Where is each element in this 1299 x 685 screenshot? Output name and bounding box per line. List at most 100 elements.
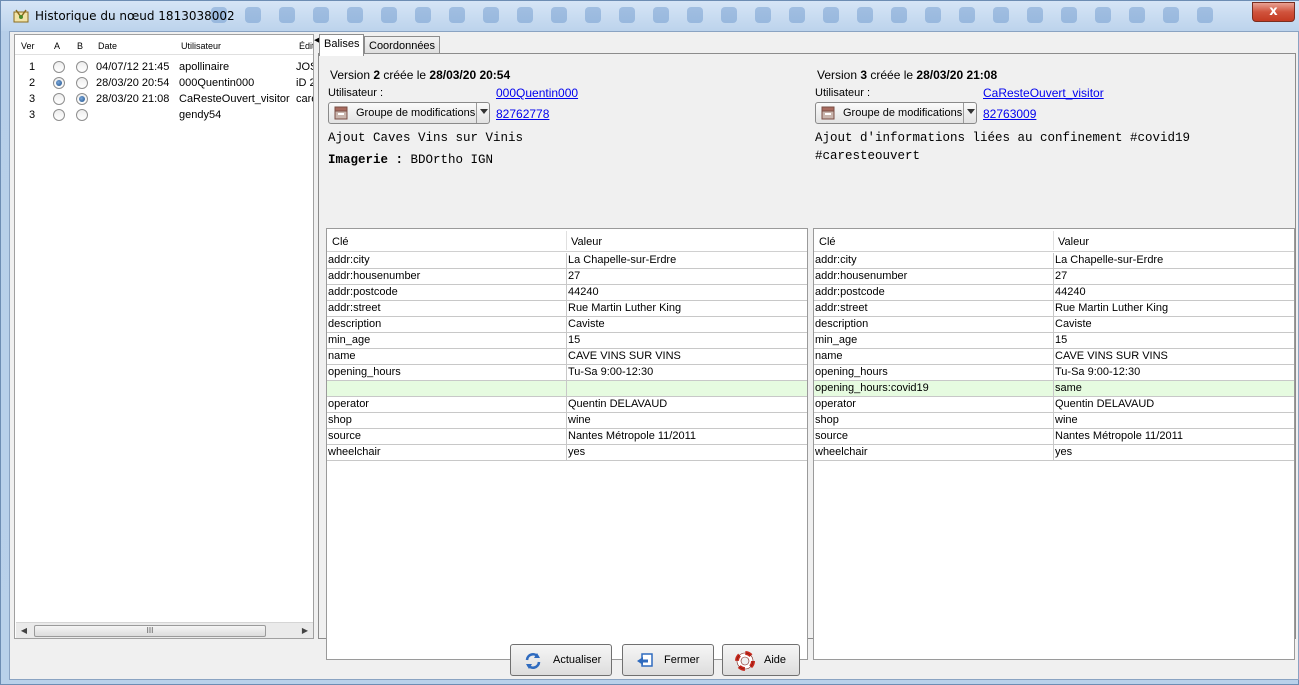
history-version: 2 xyxy=(29,77,36,89)
tag-row[interactable]: source Nantes Métropole 11/2011 xyxy=(327,429,807,445)
version-a-tag-table[interactable]: Clé Valeur addr:city La Chapelle-sur-Erdr… xyxy=(326,228,808,660)
version-b-tag-table[interactable]: Clé Valeur addr:city La Chapelle-sur-Erdr… xyxy=(813,228,1295,660)
tag-row[interactable]: name CAVE VINS SUR VINS xyxy=(814,349,1294,365)
version-a-changeset-button[interactable]: Groupe de modifications xyxy=(328,102,490,124)
tag-key: wheelchair xyxy=(815,446,868,458)
tag-row[interactable]: wheelchair yes xyxy=(327,445,807,461)
window-frame: Historique du nœud 1813038002 x Ver A B … xyxy=(0,0,1299,685)
history-row[interactable]: 3 28/03/20 21:08 CaResteOuvert_visitor care xyxy=(15,91,313,107)
tag-row[interactable]: description Caviste xyxy=(327,317,807,333)
tag-row[interactable]: shop wine xyxy=(814,413,1294,429)
history-user: 000Quentin000 xyxy=(179,77,255,89)
tag-row[interactable]: addr:postcode 44240 xyxy=(327,285,807,301)
tag-row[interactable]: addr:city La Chapelle-sur-Erdre xyxy=(814,253,1294,269)
tag-row[interactable]: addr:street Rue Martin Luther King xyxy=(814,301,1294,317)
changeset-icon xyxy=(821,106,835,120)
tag-key: addr:street xyxy=(815,302,868,314)
version-a-title: Version 2 créée le 28/03/20 20:54 xyxy=(330,68,511,82)
column-header-b[interactable]: B xyxy=(77,41,83,51)
dropdown-arrow-icon[interactable] xyxy=(480,109,488,114)
window-close-button[interactable]: x xyxy=(1252,2,1295,22)
tab-balises[interactable]: Balises xyxy=(319,34,365,56)
tag-value: Caviste xyxy=(568,318,605,330)
version-a-imagery: Imagerie : BDOrtho IGN xyxy=(328,153,494,167)
tag-row[interactable]: name CAVE VINS SUR VINS xyxy=(327,349,807,365)
version-b-changeset-button[interactable]: Groupe de modifications xyxy=(815,102,977,124)
dropdown-arrow-icon[interactable] xyxy=(967,109,975,114)
select-a-radio[interactable] xyxy=(53,77,65,89)
tag-value: Tu-Sa 9:00-12:30 xyxy=(1055,366,1141,378)
tag-value: Quentin DELAVAUD xyxy=(1055,398,1155,410)
josm-app-icon xyxy=(13,9,29,23)
tag-row[interactable]: operator Quentin DELAVAUD xyxy=(814,397,1294,413)
select-b-radio[interactable] xyxy=(76,93,88,105)
tag-row[interactable]: addr:city La Chapelle-sur-Erdre xyxy=(327,253,807,269)
select-b-radio[interactable] xyxy=(76,77,88,89)
tag-row[interactable]: wheelchair yes xyxy=(814,445,1294,461)
help-button[interactable]: Aide xyxy=(722,644,800,676)
select-a-radio[interactable] xyxy=(53,109,65,121)
title-bar[interactable]: Historique du nœud 1813038002 x xyxy=(1,1,1299,31)
history-table[interactable]: Ver A B Date Utilisateur Édit 1 04/07/12 … xyxy=(14,34,314,639)
tag-key: description xyxy=(815,318,869,330)
tag-row[interactable]: addr:housenumber 27 xyxy=(327,269,807,285)
tag-row[interactable]: addr:postcode 44240 xyxy=(814,285,1294,301)
tag-row[interactable]: opening_hours Tu-Sa 9:00-12:30 xyxy=(327,365,807,381)
tag-key: min_age xyxy=(328,334,371,346)
tag-row[interactable]: opening_hours:covid19 same xyxy=(814,381,1294,397)
history-row[interactable]: 1 04/07/12 21:45 apollinaire JOS xyxy=(15,59,313,75)
select-b-radio[interactable] xyxy=(76,61,88,73)
select-b-radio[interactable] xyxy=(76,109,88,121)
tag-row[interactable] xyxy=(327,381,807,397)
column-header-value[interactable]: Valeur xyxy=(1058,236,1089,248)
history-editor: iD 2 xyxy=(296,77,314,89)
tag-row[interactable]: description Caviste xyxy=(814,317,1294,333)
column-header-date[interactable]: Date xyxy=(98,41,117,51)
scroll-right-icon[interactable]: ▶ xyxy=(298,624,312,638)
tag-row[interactable]: min_age 15 xyxy=(814,333,1294,349)
tag-row[interactable]: opening_hours Tu-Sa 9:00-12:30 xyxy=(814,365,1294,381)
tag-key: shop xyxy=(328,414,352,426)
column-header-editor[interactable]: Édit xyxy=(299,41,313,51)
scroll-left-icon[interactable]: ◀ xyxy=(17,624,31,638)
history-date: 04/07/12 21:45 xyxy=(96,61,170,73)
history-row[interactable]: 2 28/03/20 20:54 000Quentin000 iD 2 xyxy=(15,75,314,91)
column-header-value[interactable]: Valeur xyxy=(571,236,602,248)
column-header-key[interactable]: Clé xyxy=(819,236,836,248)
select-a-radio[interactable] xyxy=(53,61,65,73)
column-header-a[interactable]: A xyxy=(54,41,60,51)
tag-value: CAVE VINS SUR VINS xyxy=(1055,350,1168,362)
tag-value: yes xyxy=(1055,446,1073,458)
history-row[interactable]: 3 gendy54 xyxy=(15,107,313,123)
version-a-changeset-link[interactable]: 82762778 xyxy=(496,107,549,121)
tag-key: opening_hours xyxy=(815,366,888,378)
column-header-user[interactable]: Utilisateur xyxy=(181,41,221,51)
version-a-user-link[interactable]: 000Quentin000 xyxy=(496,86,578,100)
close-button[interactable]: Fermer xyxy=(622,644,714,676)
version-b-changeset-link[interactable]: 82763009 xyxy=(983,107,1036,121)
tag-value: La Chapelle-sur-Erdre xyxy=(568,254,677,266)
tag-value: CAVE VINS SUR VINS xyxy=(568,350,681,362)
tag-key: addr:housenumber xyxy=(328,270,421,282)
tag-key: addr:city xyxy=(328,254,370,266)
history-horizontal-scrollbar[interactable]: ◀ III ▶ xyxy=(16,622,313,638)
tag-row[interactable]: min_age 15 xyxy=(327,333,807,349)
tag-row[interactable]: source Nantes Métropole 11/2011 xyxy=(814,429,1294,445)
tag-value: Rue Martin Luther King xyxy=(1055,302,1169,314)
tag-row[interactable]: addr:street Rue Martin Luther King xyxy=(327,301,807,317)
tag-table-header: Clé Valeur xyxy=(327,229,807,252)
column-header-ver[interactable]: Ver xyxy=(21,41,35,51)
select-a-radio[interactable] xyxy=(53,93,65,105)
tag-key: addr:city xyxy=(815,254,857,266)
refresh-button[interactable]: Actualiser xyxy=(510,644,612,676)
version-b-user-link[interactable]: CaResteOuvert_visitor xyxy=(983,86,1104,100)
scroll-thumb[interactable]: III xyxy=(34,625,266,637)
tag-value: Quentin DELAVAUD xyxy=(568,398,668,410)
tag-row[interactable]: addr:housenumber 27 xyxy=(814,269,1294,285)
tag-row[interactable]: shop wine xyxy=(327,413,807,429)
tag-row[interactable]: operator Quentin DELAVAUD xyxy=(327,397,807,413)
tag-key: source xyxy=(328,430,362,442)
column-header-key[interactable]: Clé xyxy=(332,236,349,248)
dialog-client-area: Ver A B Date Utilisateur Édit 1 04/07/12 … xyxy=(9,31,1299,680)
tag-key: description xyxy=(328,318,382,330)
